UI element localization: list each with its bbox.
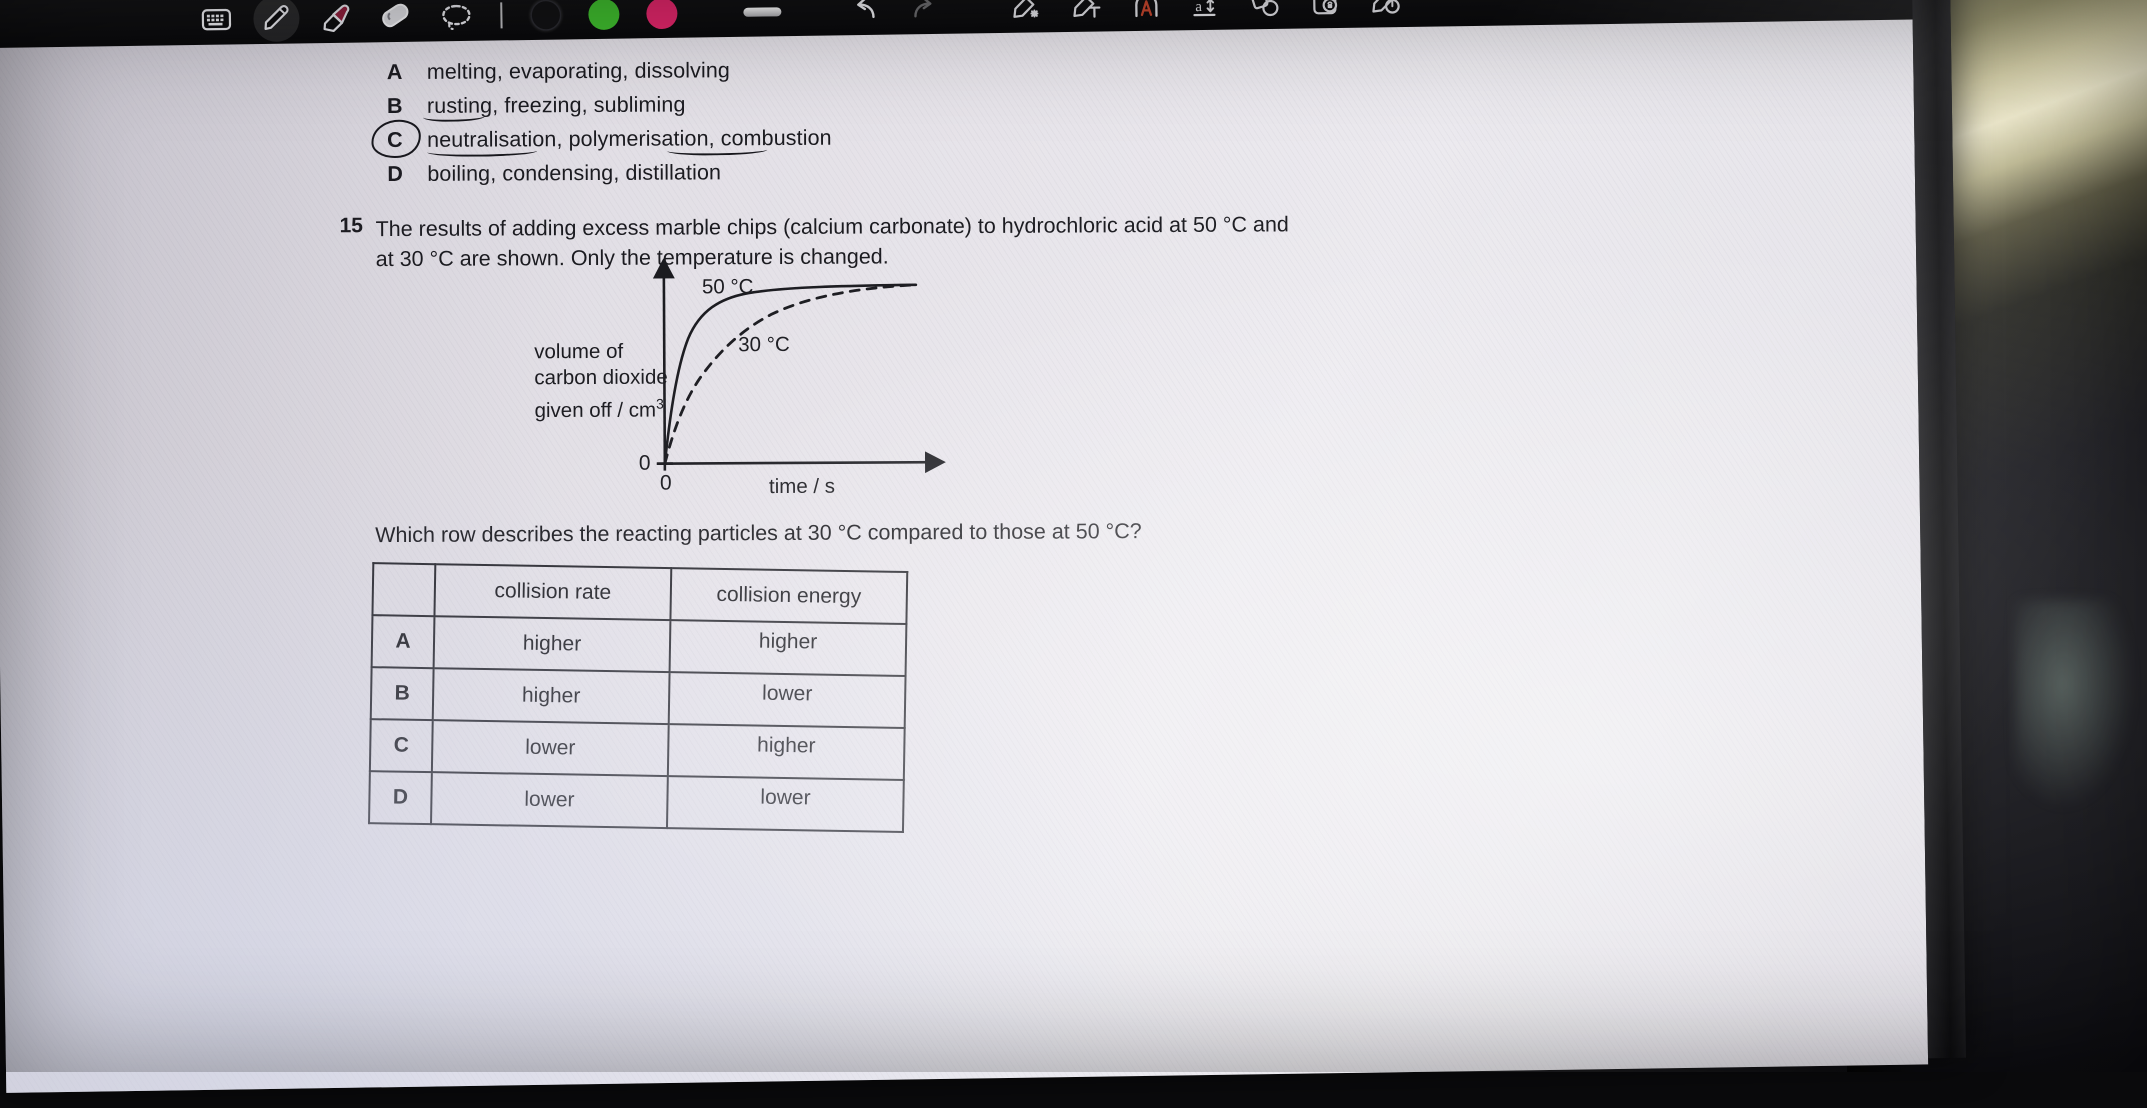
toolbar-divider-1 — [500, 2, 502, 28]
black-color-swatch[interactable] — [516, 0, 574, 31]
lasso-select-icon[interactable] — [426, 0, 487, 40]
redo-icon[interactable] — [894, 0, 955, 33]
table-header-collision-energy: collision energy — [670, 568, 907, 624]
pen-settings-icon[interactable] — [1356, 0, 1417, 26]
highlighter-icon[interactable] — [306, 0, 367, 41]
exam-paper-content: Amelting, evaporating, dissolving Brusti… — [0, 34, 1922, 1089]
table-cell-B-energy: lower — [762, 682, 813, 706]
undo-icon[interactable] — [834, 0, 895, 33]
table-header-row: collision rate collision energy — [372, 563, 907, 624]
tablet-device: a — [0, 0, 1966, 1087]
table-row[interactable]: D lower lower — [369, 771, 904, 832]
question-prompt: Which row describes the reacting particl… — [375, 515, 1375, 550]
toolbar-spacer-3 — [954, 0, 997, 32]
table-cell-D-energy: lower — [760, 786, 811, 810]
table-header-collision-rate: collision rate — [434, 564, 671, 620]
y-axis-label-line-3: given off / cm3 — [534, 391, 668, 425]
option-letter-B: B — [387, 94, 427, 119]
ink-to-shape-icon[interactable] — [996, 0, 1057, 31]
curve-30C — [664, 285, 917, 464]
svg-text:a: a — [1195, 0, 1202, 15]
table-row-letter-A: A — [372, 615, 435, 668]
shapes-icon[interactable] — [1236, 0, 1297, 28]
question-line-1: The results of adding excess marble chip… — [376, 209, 1336, 244]
curve-50C — [664, 285, 917, 464]
option-text-A: melting, evaporating, dissolving — [427, 58, 730, 84]
toolbar-spacer-2 — [792, 0, 835, 34]
y-axis-label-line-2: carbon dioxide — [534, 365, 667, 392]
option-text-D: boiling, condensing, distillation — [427, 160, 721, 186]
text-size-icon[interactable]: a — [1176, 0, 1237, 28]
table-cell-C-energy: higher — [757, 734, 816, 758]
table-row[interactable]: B higher lower — [371, 667, 906, 728]
eraser-icon[interactable] — [366, 0, 427, 40]
option-row-A: Amelting, evaporating, dissolving — [387, 58, 730, 85]
graph-y-origin-label: 0 — [639, 451, 651, 477]
background-reflection — [2015, 600, 2135, 810]
y-axis-label-line-1: volume of — [534, 339, 667, 366]
table-cell-C-rate: lower — [432, 720, 669, 776]
option-row-D: Dboiling, condensing, distillation — [387, 160, 721, 187]
ink-underline-neutralisation — [427, 146, 537, 158]
series-label-30C: 30 °C — [738, 332, 790, 358]
ink-underline-rusting — [423, 111, 485, 122]
table-row-letter-C: C — [370, 719, 433, 772]
question-number: 15 — [340, 214, 363, 238]
table-row[interactable]: A higher higher — [372, 615, 907, 676]
series-label-50C: 50 °C — [702, 274, 754, 300]
y-axis-label-superscript: 3 — [656, 396, 664, 412]
graph-x-axis-label: time / s — [769, 474, 835, 500]
document-page[interactable]: Amelting, evaporating, dissolving Brusti… — [0, 19, 1928, 1092]
option-letter-D: D — [387, 162, 427, 187]
table-row[interactable]: C lower higher — [370, 719, 905, 780]
assistant-icon[interactable] — [1116, 0, 1177, 29]
stroke-thickness-icon[interactable] — [732, 0, 793, 35]
graph-y-axis-label: volume of carbon dioxide given off / cm3 — [534, 339, 668, 425]
reaction-rate-graph: volume of carbon dioxide given off / cm3… — [516, 256, 1177, 529]
table-cell-B-rate: higher — [433, 668, 670, 724]
table-cell-A-energy: higher — [759, 630, 818, 654]
table-row-letter-B: B — [371, 667, 434, 720]
toolbar-spacer-1 — [690, 0, 733, 36]
lock-page-icon[interactable] — [1296, 0, 1357, 27]
table-row-letter-D: D — [369, 771, 432, 824]
table-cell-A-rate: higher — [434, 616, 671, 672]
ink-circle-option-C — [369, 117, 423, 161]
keyboard-icon[interactable] — [186, 0, 247, 43]
pen-icon[interactable] — [246, 0, 307, 42]
graph-x-origin-label: 0 — [660, 471, 672, 497]
photo-scene: a — [0, 0, 2147, 1072]
option-letter-A: A — [387, 60, 427, 85]
table-header-blank — [372, 563, 435, 616]
pink-color-swatch[interactable] — [632, 0, 690, 29]
green-color-swatch[interactable] — [574, 0, 632, 30]
ink-to-text-icon[interactable] — [1056, 0, 1117, 30]
ink-underline-combustion — [667, 145, 767, 156]
table-cell-D-rate: lower — [431, 772, 668, 828]
answer-options-table: collision rate collision energy A higher… — [368, 562, 908, 833]
